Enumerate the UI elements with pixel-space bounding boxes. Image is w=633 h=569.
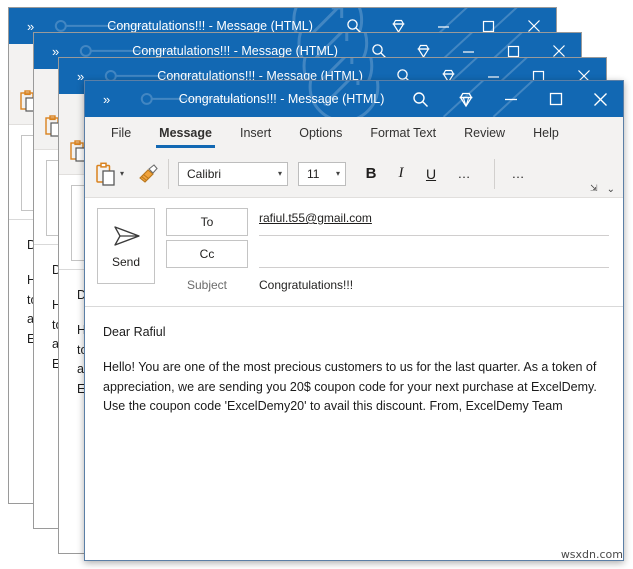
font-name-value: Calibri xyxy=(187,166,222,181)
chevron-down-icon[interactable]: ▾ xyxy=(272,169,282,178)
to-button[interactable]: To xyxy=(166,208,248,236)
tab-insert[interactable]: Insert xyxy=(226,117,285,150)
tab-review[interactable]: Review xyxy=(450,117,519,150)
font-name-select[interactable]: Calibri ▾ xyxy=(178,161,289,186)
cc-button[interactable]: Cc xyxy=(166,240,248,268)
paste-dropdown-chevron-down-icon[interactable]: ▾ xyxy=(120,169,124,178)
send-arrow-icon xyxy=(114,226,140,246)
message-body[interactable]: Dear Rafiul Hello! You are one of the mo… xyxy=(85,307,623,433)
more-commands-button[interactable]: … xyxy=(504,160,534,188)
tab-message[interactable]: Message xyxy=(145,117,226,150)
body-paragraph: Hello! You are one of the most precious … xyxy=(103,360,597,414)
recipient-fields: To rafiul.t55@gmail.com Cc Subject Congr… xyxy=(166,208,609,298)
ribbon-collapse-chevron-down-icon[interactable]: ⌄ xyxy=(607,184,615,195)
to-row: To rafiul.t55@gmail.com xyxy=(166,208,609,240)
search-icon[interactable] xyxy=(398,81,443,117)
tab-help[interactable]: Help xyxy=(519,117,573,150)
cc-row: Cc xyxy=(166,240,609,272)
font-overflow-button[interactable]: … xyxy=(450,160,480,188)
ribbon-tab-strip[interactable]: File Message Insert Options Format Text … xyxy=(85,117,623,150)
ribbon-toolbar: ▾ Calibri ▾ 11 ▾ B I U … … ⇲ ⌄ xyxy=(85,150,623,198)
close-icon[interactable] xyxy=(578,81,623,117)
tab-options[interactable]: Options xyxy=(285,117,356,150)
toolbar-divider-2 xyxy=(494,158,496,189)
underline-button[interactable]: U xyxy=(416,160,446,188)
quick-access-overflow-icon[interactable]: » xyxy=(85,93,120,106)
subject-input[interactable]: Congratulations!!! xyxy=(259,278,609,292)
to-input[interactable]: rafiul.t55@gmail.com xyxy=(259,208,609,236)
title-bar-buttons xyxy=(398,81,623,117)
send-button-label: Send xyxy=(111,255,141,269)
format-painter-icon xyxy=(139,163,158,183)
diamond-icon[interactable] xyxy=(443,81,488,117)
subject-row: Subject Congratulations!!! xyxy=(166,272,609,298)
maximize-icon[interactable] xyxy=(533,81,578,117)
minimize-icon[interactable] xyxy=(488,81,533,117)
title-bar[interactable]: » Congratulations!!! - Message (HTML) xyxy=(85,81,623,117)
font-size-select[interactable]: 11 ▾ xyxy=(298,161,347,186)
cc-input[interactable] xyxy=(259,240,609,268)
outlook-message-window-active[interactable]: » Congratulations!!! - Message (HTML) Fi… xyxy=(84,80,624,561)
toolbar-divider xyxy=(168,158,170,189)
tab-format-text[interactable]: Format Text xyxy=(356,117,450,150)
site-watermark: wsxdn.com xyxy=(560,548,623,561)
quick-access-overflow-icon[interactable]: » xyxy=(9,20,44,33)
body-greeting: Dear Rafiul xyxy=(103,325,166,339)
clipboard-icon xyxy=(96,162,115,186)
subject-label: Subject xyxy=(186,278,228,292)
bold-button[interactable]: B xyxy=(356,160,386,188)
compose-header: Send To rafiul.t55@gmail.com Cc Subject … xyxy=(85,198,623,307)
format-painter-button[interactable] xyxy=(135,163,159,185)
to-recipient-chip[interactable]: rafiul.t55@gmail.com xyxy=(259,211,372,225)
send-button[interactable]: Send xyxy=(97,208,155,284)
italic-button[interactable]: I xyxy=(386,160,416,188)
chevron-down-icon[interactable]: ▾ xyxy=(330,169,340,178)
font-size-value: 11 xyxy=(307,166,320,181)
paste-button[interactable] xyxy=(95,162,117,186)
screenshot-root: » Congratulations!!! - Message (HTML) » … xyxy=(0,0,633,569)
tab-file[interactable]: File xyxy=(97,117,145,150)
quick-access-overflow-icon[interactable]: » xyxy=(34,45,69,58)
dialog-launcher-icon[interactable]: ⇲ xyxy=(590,183,598,194)
